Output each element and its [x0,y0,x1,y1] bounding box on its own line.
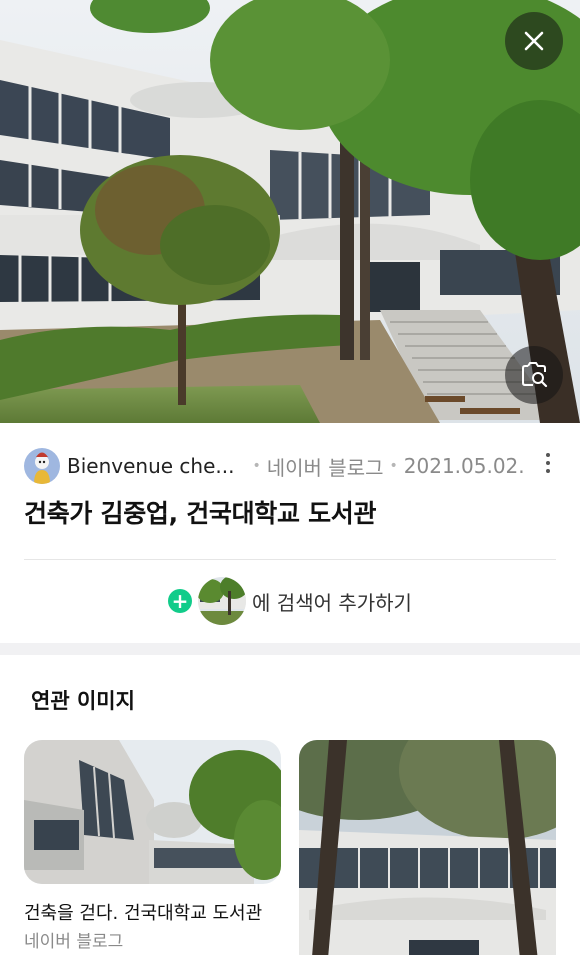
image-search-icon [522,362,548,388]
section-heading: 연관 이미지 [31,689,135,713]
more-vertical-icon [546,453,550,457]
blog-avatar-image [24,448,60,484]
related-image [24,740,281,884]
post-title[interactable]: 건축가 김중업, 건국대학교 도서관 [24,494,377,530]
post-source[interactable]: 네이버 블로그 [267,452,384,481]
divider [24,559,556,560]
post-info: Bienvenue che... • 네이버 블로그 • 2021.05.02.… [0,423,580,643]
main-image [0,0,580,423]
plus-icon: + [168,589,193,613]
image-search-button[interactable] [505,346,563,404]
avatar[interactable] [24,448,60,484]
related-image-card[interactable] [24,740,281,884]
post-date: 2021.05.02. [403,454,525,478]
more-button[interactable] [538,453,558,479]
related-image-source: 네이버 블로그 [24,932,124,952]
add-search-term-label: 에 검색어 추가하기 [252,590,412,615]
close-icon [524,31,544,51]
blog-name[interactable]: Bienvenue che... [67,454,234,478]
library-photo [0,0,580,423]
related-image-caption[interactable]: 건축을 걷다. 건국대학교 도서관 [24,899,262,925]
separator-dot: • [389,458,398,474]
search-term-thumbnail [198,577,247,625]
post-meta: Bienvenue che... • 네이버 블로그 • 2021.05.02. [24,447,560,485]
related-images-section: 연관 이미지 건축을 걷다. 건국대학교 도서관 네이버 블로그 [0,655,580,955]
close-button[interactable] [505,12,563,70]
related-image-card[interactable] [299,740,556,955]
separator-dot: • [252,458,261,474]
related-image [299,740,556,955]
add-search-term-button[interactable]: + 에 검색어 추가하기 [0,575,580,627]
